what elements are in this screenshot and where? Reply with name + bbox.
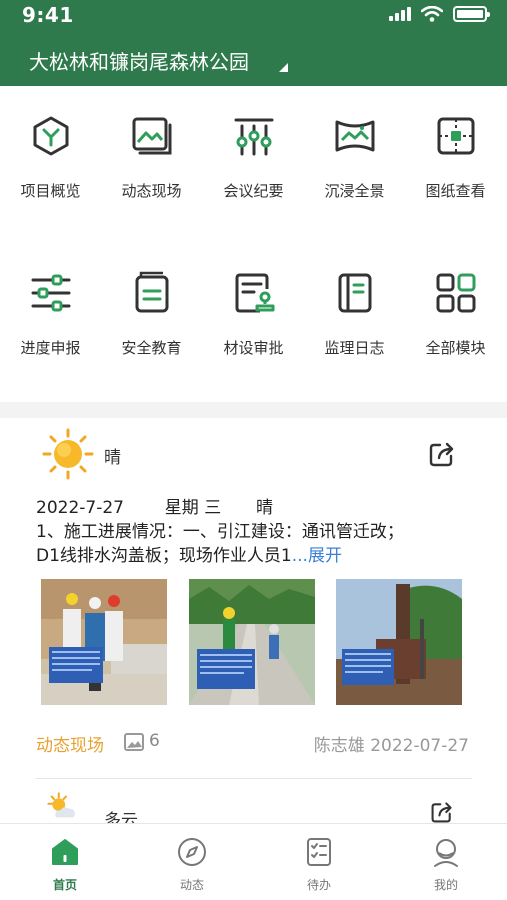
module-all-modules[interactable]: 全部模块 [405, 269, 506, 358]
module-meeting-minutes[interactable]: 会议纪要 [203, 112, 304, 201]
report-text-line-2-text: D1线排水沟盖板；现场作业人员1 [36, 546, 292, 566]
module-label: 图纸查看 [425, 182, 486, 200]
home-icon [52, 839, 78, 865]
dropdown-caret-icon[interactable] [279, 63, 288, 72]
photo-count: 6 [149, 731, 160, 751]
tab-home[interactable]: 首页 [25, 836, 105, 893]
site-photo-3[interactable] [336, 579, 462, 705]
drawing-icon [437, 117, 474, 155]
meeting-icon [234, 118, 273, 156]
book-icon [135, 271, 168, 313]
signal-icon [389, 7, 411, 21]
tab-label: 动态 [179, 878, 204, 892]
module-progress-report[interactable]: 进度申报 [0, 269, 101, 358]
weather-label: 晴 [104, 448, 121, 468]
checklist-icon [307, 838, 331, 866]
tab-label: 待办 [306, 878, 331, 892]
share-icon[interactable] [428, 440, 456, 468]
module-material-approval[interactable]: 材设审批 [203, 269, 304, 358]
sunny-icon [42, 428, 94, 480]
report-text-line-2: D1线排水沟盖板；现场作业人员1...展开 [36, 541, 342, 566]
module-immersive-panorama[interactable]: 沉浸全景 [304, 112, 405, 201]
category-tag[interactable]: 动态现场 [36, 731, 104, 756]
module-label: 安全教育 [121, 339, 182, 357]
tab-profile[interactable]: 我的 [406, 836, 486, 893]
user-icon [434, 839, 458, 867]
module-drawing-view[interactable]: 图纸查看 [405, 112, 506, 201]
module-label: 会议纪要 [223, 182, 284, 200]
app-header: 9:41 大松林和镰岗尾森林公园 [0, 0, 507, 86]
tab-label: 我的 [433, 878, 458, 892]
sliders-icon [31, 274, 70, 312]
tab-label: 首页 [52, 878, 77, 892]
module-project-overview[interactable]: 项目概览 [0, 112, 101, 201]
tab-todo[interactable]: 待办 [279, 836, 359, 893]
gallery-icon [132, 117, 171, 155]
post-date: 2022-07-27 [370, 736, 469, 756]
share-icon-next[interactable] [428, 800, 456, 824]
module-label: 监理日志 [324, 339, 385, 357]
module-label: 项目概览 [20, 182, 81, 200]
image-icon [124, 733, 144, 751]
author-date: 陈志雄 2022-07-27 [314, 731, 469, 756]
panorama-icon [335, 120, 374, 152]
battery-icon [453, 6, 490, 22]
report-header-line: 2022-7-27 星期 三 晴 [36, 493, 273, 518]
grid-icon [436, 273, 475, 313]
module-label: 全部模块 [425, 339, 486, 357]
compass-icon [178, 838, 206, 866]
status-icons [389, 6, 490, 22]
approval-icon [235, 273, 274, 313]
status-time: 9:41 [22, 3, 74, 27]
report-ellipsis: ... [291, 546, 308, 566]
module-label: 进度申报 [20, 339, 81, 357]
tab-dynamic[interactable]: 动态 [152, 836, 232, 893]
bottom-tab-bar: 首页 动态 待办 我的 [0, 823, 507, 900]
module-safety-education[interactable]: 安全教育 [101, 269, 202, 358]
module-label: 沉浸全景 [324, 182, 385, 200]
report-weather: 晴 [256, 498, 274, 518]
module-supervision-log[interactable]: 监理日志 [304, 269, 405, 358]
wifi-icon [421, 6, 443, 22]
card-divider [36, 778, 472, 779]
site-photo-2[interactable] [189, 579, 315, 705]
module-label: 材设审批 [223, 339, 284, 357]
module-dynamic-site[interactable]: 动态现场 [101, 112, 202, 201]
module-label: 动态现场 [121, 182, 182, 200]
author-name: 陈志雄 [313, 736, 365, 756]
cloudy-icon [47, 792, 75, 818]
report-weekday: 星期 三 [164, 498, 222, 518]
site-photo-1[interactable] [41, 579, 167, 705]
cube-icon [33, 116, 68, 156]
module-grid: 项目概览 动态现场 会议纪要 沉浸全景 图纸查看 进度申报 安全教育 材设审批 … [0, 86, 507, 402]
project-selector[interactable]: 大松林和镰岗尾森林公园 [29, 46, 249, 75]
expand-link[interactable]: 展开 [308, 546, 342, 566]
log-icon [338, 273, 371, 313]
report-date: 2022-7-27 [36, 498, 124, 518]
report-text-line-1: 1、施工进展情况：一、引江建设：通讯管迁改； [36, 522, 404, 542]
